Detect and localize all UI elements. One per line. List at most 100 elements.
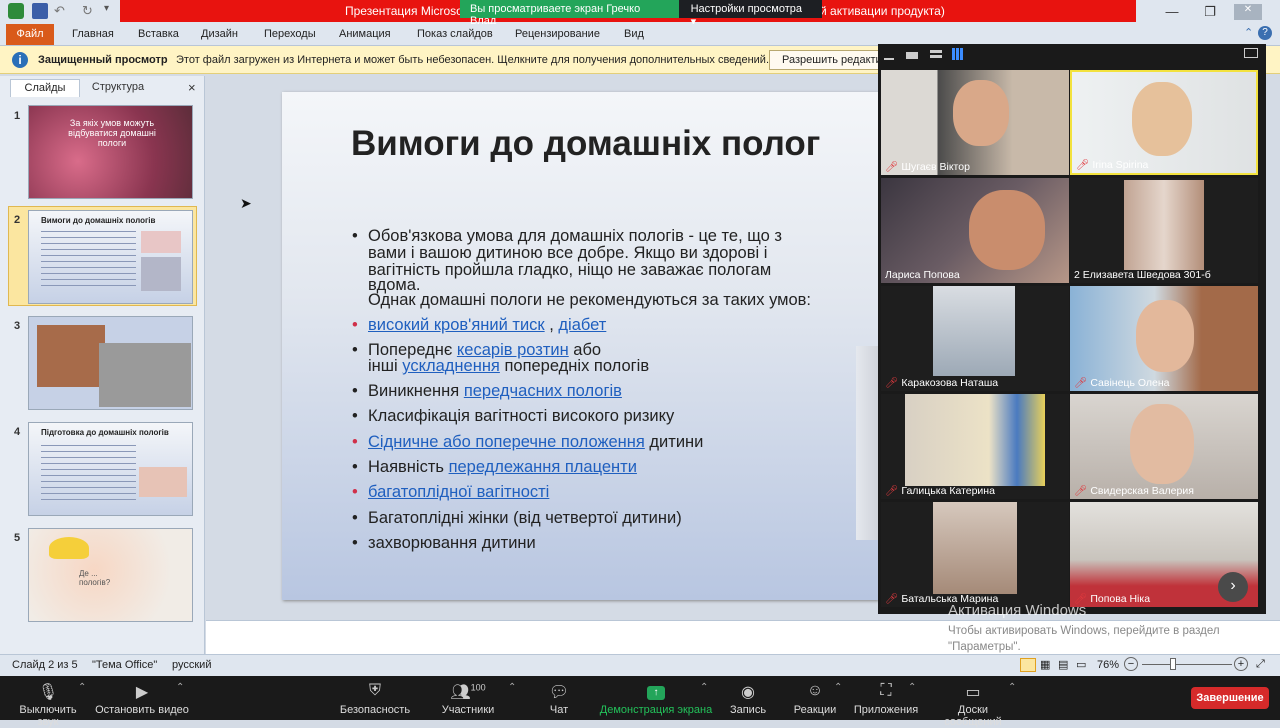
preterm-link[interactable]: передчасних пологів xyxy=(464,382,622,400)
slide-thumbnail-5[interactable]: Де ... пологів? xyxy=(28,528,193,622)
participant-name-text: Галицька Катерина xyxy=(901,485,995,497)
tab-outline[interactable]: Структура xyxy=(82,79,154,97)
security-button[interactable]: ⛨ Безопасность xyxy=(338,682,412,716)
view-speaker-icon[interactable] xyxy=(906,52,918,59)
participant-tile[interactable]: 🎤︎ Шугаєв Віктор xyxy=(881,70,1069,175)
chevron-up-icon[interactable]: ⌃ xyxy=(908,682,916,693)
minimize-button[interactable]: — xyxy=(1158,4,1186,20)
participant-tile[interactable]: 🎤︎ Батальська Марина xyxy=(881,502,1069,607)
participant-tile[interactable]: 🎤︎ Свидерская Валерия xyxy=(1070,394,1258,499)
share-screen-button[interactable]: ↑ Демонстрация экрана xyxy=(598,682,714,716)
view-strip-icon[interactable] xyxy=(930,50,942,60)
chevron-up-icon[interactable]: ⌃ xyxy=(834,682,842,693)
slide-sorter-icon[interactable]: ▦ xyxy=(1040,658,1050,671)
chevron-up-icon[interactable]: ⌃ xyxy=(176,682,184,693)
complications-link[interactable]: ускладнення xyxy=(402,357,500,375)
emoji-icon: ☺︎ xyxy=(806,682,824,699)
undo-icon[interactable]: ↶ xyxy=(54,3,70,19)
view-gallery-icon[interactable] xyxy=(952,48,964,60)
redo-icon[interactable]: ↻ xyxy=(82,3,98,19)
participant-name: 🎤︎ Шугаєв Віктор xyxy=(885,160,970,173)
file-tab[interactable]: Файл xyxy=(6,24,54,45)
thumb-image xyxy=(99,343,191,407)
bullet-item: • Наявність передлежання плаценти xyxy=(352,459,637,476)
tab-slides[interactable]: Слайды xyxy=(10,79,80,97)
bullet-dot: • xyxy=(352,227,358,245)
close-icon[interactable]: × xyxy=(188,80,196,95)
reading-view-icon[interactable]: ▤ xyxy=(1058,658,1068,671)
close-window-button[interactable]: ✕ xyxy=(1234,4,1262,20)
language[interactable]: русский xyxy=(172,659,211,671)
participant-tile[interactable]: 🎤︎ Попова Ніка › xyxy=(1070,502,1258,607)
whiteboards-button[interactable]: ▭ Доски сообщений xyxy=(928,682,1018,728)
qat-menu-icon[interactable]: ▾ xyxy=(104,3,120,19)
end-meeting-button[interactable]: Завершение xyxy=(1191,687,1269,709)
bullet-text: Виникнення xyxy=(368,382,464,400)
bullet-dot: • xyxy=(352,483,358,501)
slide-thumbnail-1[interactable]: За якіх умов можуть відбуватися домашні … xyxy=(28,105,193,199)
participant-tile[interactable]: 2 Елизавета Шведова 301-б xyxy=(1070,178,1258,283)
save-icon[interactable] xyxy=(32,3,48,19)
bullet-dot: • xyxy=(352,458,358,476)
zoom-slider-thumb[interactable] xyxy=(1170,658,1176,670)
active-speaker-tile[interactable]: 🎤︎ Irina Spirina xyxy=(1070,70,1258,175)
thumb-number: 1 xyxy=(14,110,21,122)
tab-slideshow[interactable]: Показ слайдов xyxy=(417,28,493,40)
hypertension-link[interactable]: високий кров'яний тиск xyxy=(368,316,545,334)
placenta-link[interactable]: передлежання плаценти xyxy=(449,458,637,476)
record-button[interactable]: ◉ Запись xyxy=(726,682,770,716)
slide-thumbnail-4[interactable]: Підготовка до домашніх пологів xyxy=(28,422,193,516)
thumb-image xyxy=(141,231,181,253)
popout-icon[interactable] xyxy=(1244,48,1258,58)
tab-design[interactable]: Дизайн xyxy=(201,28,238,40)
participant-tile[interactable]: 🎤︎ Каракозова Наташа xyxy=(881,286,1069,391)
tab-review[interactable]: Рецензирование xyxy=(515,28,600,40)
zoom-in-button[interactable]: + xyxy=(1234,657,1248,671)
chat-button[interactable]: 💬︎ Чат xyxy=(536,682,582,716)
apps-label: Приложения xyxy=(853,704,919,716)
ribbon-collapse-icon[interactable]: ⌃ xyxy=(1244,26,1253,39)
tab-animation[interactable]: Анимация xyxy=(339,28,391,40)
bullet-text: Наявність xyxy=(368,458,449,476)
stop-video-button[interactable]: ▶︎ Остановить видео xyxy=(95,682,189,716)
next-page-button[interactable]: › xyxy=(1218,572,1248,602)
enable-editing-button[interactable]: Разрешить редакти xyxy=(769,50,889,70)
participant-name-text: Каракозова Наташа xyxy=(901,377,999,389)
slideshow-icon[interactable]: ▭ xyxy=(1076,658,1086,671)
normal-view-icon[interactable] xyxy=(1020,658,1036,672)
reactions-button[interactable]: ☺︎ Реакции xyxy=(790,682,840,716)
zoom-out-button[interactable]: − xyxy=(1124,657,1138,671)
restore-button[interactable]: ❐ xyxy=(1196,4,1224,20)
chevron-up-icon[interactable]: ⌃ xyxy=(78,682,86,693)
multiple-pregnancy-link[interactable]: багатоплідної вагітності xyxy=(368,483,549,501)
participant-video xyxy=(1130,404,1194,484)
participant-tile[interactable]: 🎤︎ Савінець Олена xyxy=(1070,286,1258,391)
bullet-dot: • xyxy=(352,534,358,552)
tab-view[interactable]: Вид xyxy=(624,28,644,40)
diabetes-link[interactable]: діабет xyxy=(558,316,606,334)
whiteboards-label: Доски сообщений xyxy=(944,704,1002,728)
participant-name: Лариса Попова xyxy=(885,269,960,281)
zoom-slider-track[interactable] xyxy=(1142,664,1232,665)
help-icon[interactable]: ? xyxy=(1258,26,1272,40)
slide-thumbnail-2[interactable]: Вимоги до домашніх пологів xyxy=(28,210,193,304)
participant-tile[interactable]: 🎤︎ Галицька Катерина xyxy=(881,394,1069,499)
participants-button[interactable]: 👥︎100 Участники xyxy=(438,682,498,716)
tab-transitions[interactable]: Переходы xyxy=(264,28,316,40)
chevron-up-icon[interactable]: ⌃ xyxy=(700,682,708,693)
breech-link[interactable]: Сідничне або поперечне положення xyxy=(368,433,645,451)
chevron-up-icon[interactable]: ⌃ xyxy=(508,682,516,693)
zoom-level[interactable]: 76% xyxy=(1097,659,1119,671)
doc-title-right: й активации продукта) xyxy=(820,4,945,18)
chevron-up-icon[interactable]: ⌃ xyxy=(1008,682,1016,693)
view-settings-button[interactable]: Настройки просмотра ▾ xyxy=(679,0,822,28)
mute-button[interactable]: 🎙︎ Выключить звук xyxy=(8,682,88,728)
slide-thumbnail-3[interactable] xyxy=(28,316,193,410)
tab-insert[interactable]: Вставка xyxy=(138,28,179,40)
participant-tile[interactable]: Лариса Попова xyxy=(881,178,1069,283)
protected-view-message[interactable]: Этот файл загружен из Интернета и может … xyxy=(176,54,769,66)
fit-slide-icon[interactable]: ⤢ xyxy=(1256,658,1265,671)
tab-home[interactable]: Главная xyxy=(72,28,114,40)
thumb-title: Де ... пологів? xyxy=(79,569,111,587)
minimize-gallery-icon[interactable] xyxy=(884,58,894,60)
